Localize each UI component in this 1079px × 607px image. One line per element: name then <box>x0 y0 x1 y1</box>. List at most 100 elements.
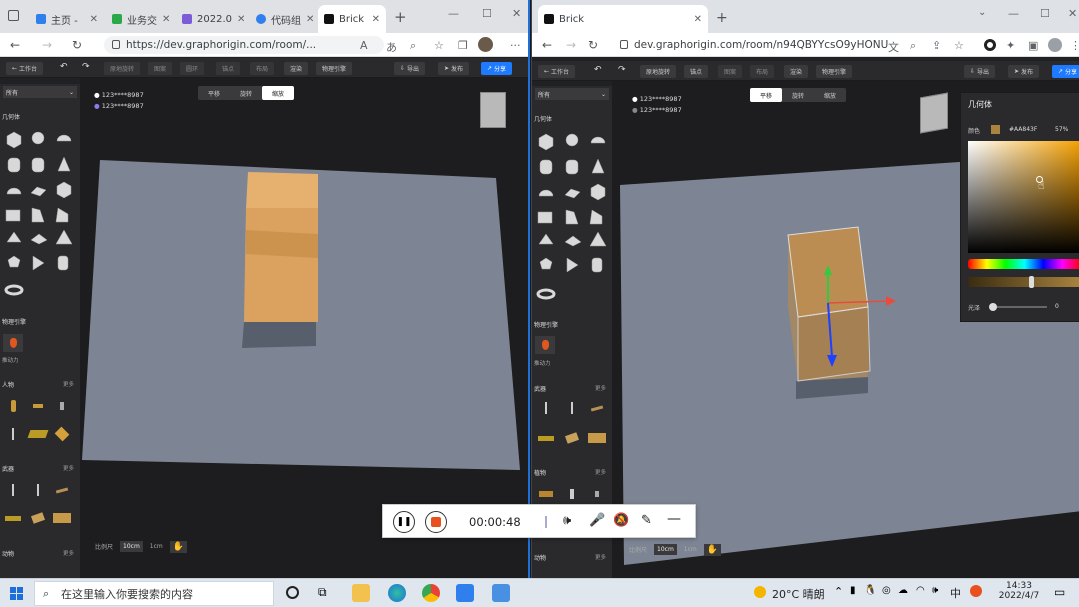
wifi-icon[interactable]: ◠ <box>916 585 925 596</box>
scale-1cm[interactable]: 1cm <box>147 541 166 552</box>
notification-center-icon[interactable]: ▭ <box>1054 585 1065 599</box>
view-cube-icon[interactable] <box>920 92 948 134</box>
cone-shape-icon[interactable] <box>591 158 605 174</box>
scale-10cm[interactable]: 10cm <box>654 544 677 555</box>
tetra-shape-icon[interactable] <box>538 233 554 245</box>
weather-icon[interactable] <box>754 586 766 598</box>
wedge-shape-icon[interactable] <box>30 186 47 197</box>
maximize-icon[interactable]: ☐ <box>482 7 492 20</box>
plant-asset-2[interactable] <box>562 484 582 504</box>
clock[interactable]: 14:33 2022/4/7 <box>996 581 1042 601</box>
read-aloud-icon[interactable]: A <box>360 39 368 52</box>
toolbar-pattern-button[interactable]: 图案 <box>148 62 173 75</box>
cube-shape-icon[interactable] <box>538 133 554 151</box>
color-swatch[interactable] <box>991 125 1000 134</box>
speaker-icon[interactable]: 🕪 <box>563 513 571 528</box>
new-tab-icon[interactable]: + <box>716 10 728 26</box>
redo-icon[interactable]: ↷ <box>618 65 626 75</box>
pyramid3-shape-icon[interactable] <box>55 229 73 245</box>
avatar[interactable] <box>478 37 493 52</box>
polyhedron-shape-icon[interactable] <box>539 257 553 270</box>
toolbar-rotate-button[interactable]: 原地旋转 <box>640 65 677 78</box>
weapon-asset-6[interactable] <box>587 428 607 448</box>
weapon-asset-4[interactable] <box>3 508 23 528</box>
polyhedron-shape-icon[interactable] <box>7 255 21 268</box>
close-icon[interactable]: ✕ <box>694 14 702 25</box>
window-close-icon[interactable]: ✕ <box>512 7 521 20</box>
share-page-icon[interactable]: ⇪ <box>932 39 941 52</box>
pause-button[interactable]: ❚❚ <box>393 511 415 533</box>
mode-translate[interactable]: 平移 <box>198 86 230 100</box>
people-asset-3[interactable] <box>52 396 72 416</box>
microphone-icon[interactable]: 🎤 <box>589 513 605 528</box>
animals-more-link[interactable]: 更多 <box>595 553 606 561</box>
tab-actions-icon[interactable] <box>8 10 19 21</box>
tray-usb-icon[interactable]: ▮ <box>850 585 856 596</box>
minimize-recorder-icon[interactable]: — <box>667 511 681 527</box>
cylinder-shape-icon[interactable] <box>539 159 553 175</box>
hemisphere-shape-icon[interactable] <box>56 134 72 142</box>
url-field[interactable]: https://dev.graphorigin.com/room/... <box>104 36 384 54</box>
cylinder-shape-icon[interactable] <box>7 157 21 173</box>
box-shape-icon[interactable] <box>56 181 72 199</box>
hand-tool-icon[interactable]: ✋ <box>703 543 721 556</box>
tray-qq-icon[interactable]: 🐧 <box>864 585 876 596</box>
forward-icon[interactable]: → <box>566 38 576 52</box>
notifications-off-icon[interactable]: 🔕 <box>613 513 629 528</box>
category-select[interactable]: 所有 ⌄ <box>535 88 609 100</box>
maximize-icon[interactable]: ☐ <box>1040 7 1050 20</box>
zoom-icon[interactable]: ⌕ <box>410 39 416 53</box>
people-asset-6[interactable] <box>52 424 72 444</box>
weather-text[interactable]: 20°C 晴朗 <box>772 586 825 602</box>
pyramid3-shape-icon[interactable] <box>589 231 607 247</box>
taskbar-search-input[interactable]: ⌕ 在这里输入你要搜索的内容 <box>34 581 274 606</box>
favorite-icon[interactable]: ☆ <box>434 39 444 52</box>
pyramid-shape-icon[interactable] <box>589 209 603 225</box>
undo-icon[interactable]: ↶ <box>594 65 602 75</box>
tube-shape-icon[interactable] <box>591 257 603 273</box>
reload-icon[interactable]: ↻ <box>588 38 598 52</box>
mode-rotate[interactable]: 旋转 <box>230 86 262 100</box>
toolbar-pattern-button[interactable]: 图案 <box>718 65 743 78</box>
more-icon[interactable]: ··· <box>510 39 521 52</box>
view-cube-icon[interactable] <box>480 92 506 128</box>
weapon-asset-3[interactable] <box>587 398 607 418</box>
toolbar-physics-button[interactable]: 物理引擎 <box>816 65 853 78</box>
tab-2022[interactable]: 2022.0 ✕ <box>176 5 248 33</box>
3d-viewport[interactable]: 平移 旋转 缩放 ● 123****8987 ● 123****8987 比例尺… <box>80 78 528 578</box>
cortana-icon[interactable] <box>286 586 299 599</box>
extension-icon[interactable] <box>984 39 996 51</box>
close-icon[interactable]: ✕ <box>90 14 98 25</box>
prism-shape-icon[interactable] <box>5 209 21 222</box>
animals-more-link[interactable]: 更多 <box>63 549 74 557</box>
publish-button[interactable]: ➤ 发布 <box>1008 65 1039 78</box>
close-icon[interactable]: ✕ <box>306 14 314 25</box>
app2-icon[interactable] <box>492 584 510 602</box>
back-icon[interactable]: ← <box>542 38 552 52</box>
pyramid2-shape-icon[interactable] <box>564 235 582 247</box>
wedge-shape-icon[interactable] <box>564 188 581 199</box>
triangular-prism-shape-icon[interactable] <box>31 207 45 223</box>
weapons-more-link[interactable]: 更多 <box>595 384 606 392</box>
opacity-value[interactable]: 57% <box>1055 126 1068 133</box>
tab-code-group[interactable]: 代码组 ✕ <box>250 5 316 33</box>
dome-shape-icon[interactable] <box>6 187 22 195</box>
plants-more-link[interactable]: 更多 <box>595 468 606 476</box>
tab-business[interactable]: 业务交 ✕ <box>106 5 174 33</box>
back-icon[interactable]: ← <box>10 38 20 52</box>
forward-icon[interactable]: → <box>42 38 52 52</box>
weapons-more-link[interactable]: 更多 <box>63 464 74 472</box>
pen-icon[interactable]: ✎ <box>641 513 652 528</box>
toolbar-ring-button[interactable]: 圆环 <box>180 62 205 75</box>
people-asset-4[interactable] <box>3 424 23 444</box>
toolbar-layout-button[interactable]: 布局 <box>750 65 775 78</box>
mode-translate[interactable]: 平移 <box>750 88 783 102</box>
physics-thrust-item[interactable] <box>535 336 555 354</box>
pyramid-shape-icon[interactable] <box>55 207 69 223</box>
tray-chevron-up-icon[interactable]: ⌃ <box>834 585 843 598</box>
pyramid2-shape-icon[interactable] <box>30 233 48 245</box>
task-view-icon[interactable]: ⧉ <box>318 585 327 600</box>
workspace-button[interactable]: ← 工作台 <box>538 65 575 78</box>
window-close-icon[interactable]: ✕ <box>1068 7 1077 20</box>
torus-shape-icon[interactable] <box>536 288 556 300</box>
